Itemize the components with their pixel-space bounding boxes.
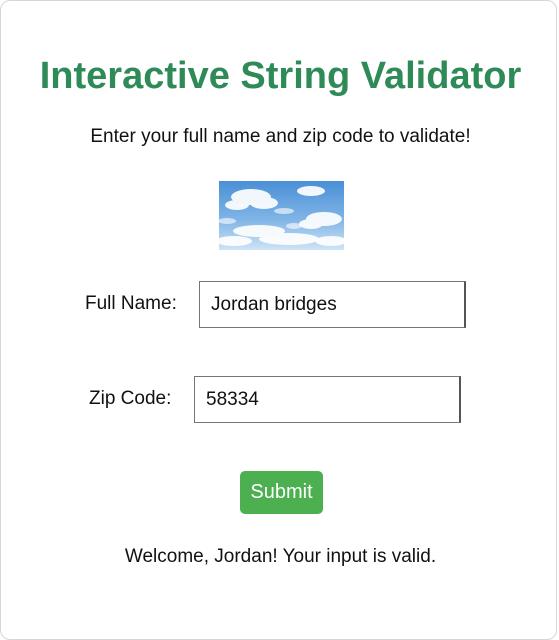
full-name-row: Full Name: <box>85 281 466 328</box>
zip-code-row: Zip Code: <box>89 376 461 423</box>
page-title: Interactive String Validator <box>39 55 522 97</box>
validator-card: Interactive String Validator Enter your … <box>0 0 557 640</box>
full-name-input[interactable] <box>199 281 466 328</box>
submit-button[interactable]: Submit <box>240 471 323 514</box>
full-name-label: Full Name: <box>85 293 177 314</box>
zip-code-label: Zip Code: <box>89 388 172 409</box>
zip-code-input[interactable] <box>194 376 461 423</box>
instructions-text: Enter your full name and zip code to val… <box>90 126 471 147</box>
validation-result: Welcome, Jordan! Your input is valid. <box>124 546 437 567</box>
sky-clouds-image <box>219 181 344 250</box>
